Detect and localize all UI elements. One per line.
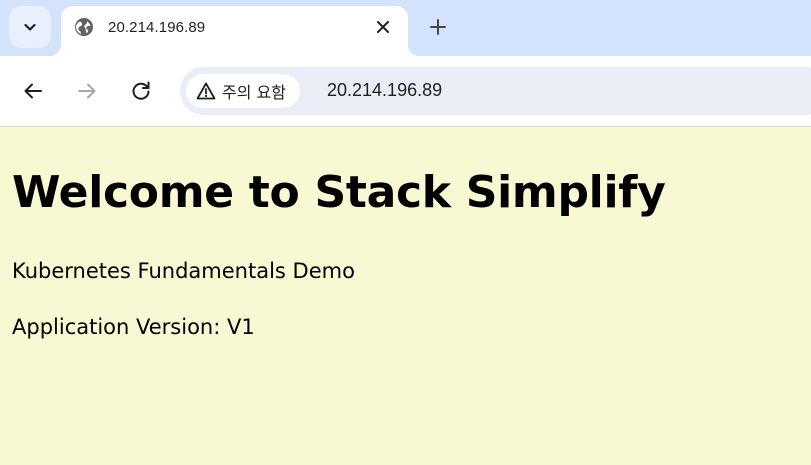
close-icon (377, 21, 389, 33)
tab-strip: 20.214.196.89 (0, 0, 811, 56)
security-chip[interactable]: 주의 요함 (186, 74, 300, 108)
tab-close-button[interactable] (372, 16, 394, 38)
forward-button[interactable] (74, 78, 100, 104)
url-text[interactable]: 20.214.196.89 (327, 80, 442, 101)
reload-button[interactable] (128, 78, 154, 104)
new-tab-button[interactable] (425, 14, 451, 40)
arrow-left-icon (24, 83, 42, 99)
page-content: Welcome to Stack Simplify Kubernetes Fun… (0, 127, 811, 465)
plus-icon (430, 19, 446, 35)
globe-icon (75, 18, 93, 36)
tab-search-button[interactable] (9, 6, 51, 48)
browser-window: 20.214.196.89 주의 요함 20.214.196.89 Welcom… (0, 0, 811, 465)
page-paragraph-subtitle: Kubernetes Fundamentals Demo (12, 259, 355, 283)
back-button[interactable] (20, 78, 46, 104)
arrow-right-icon (78, 83, 96, 99)
tab-active[interactable]: 20.214.196.89 (49, 6, 420, 56)
reload-icon (132, 81, 150, 100)
tab-title: 20.214.196.89 (108, 19, 206, 36)
security-label: 주의 요함 (222, 83, 286, 102)
page-paragraph-version: Application Version: V1 (12, 315, 255, 339)
address-bar[interactable]: 주의 요함 20.214.196.89 (180, 67, 811, 115)
warning-triangle-icon (196, 82, 216, 100)
chevron-down-icon (24, 23, 36, 31)
page-title: Welcome to Stack Simplify (12, 167, 666, 218)
browser-toolbar: 주의 요함 20.214.196.89 (0, 56, 811, 127)
